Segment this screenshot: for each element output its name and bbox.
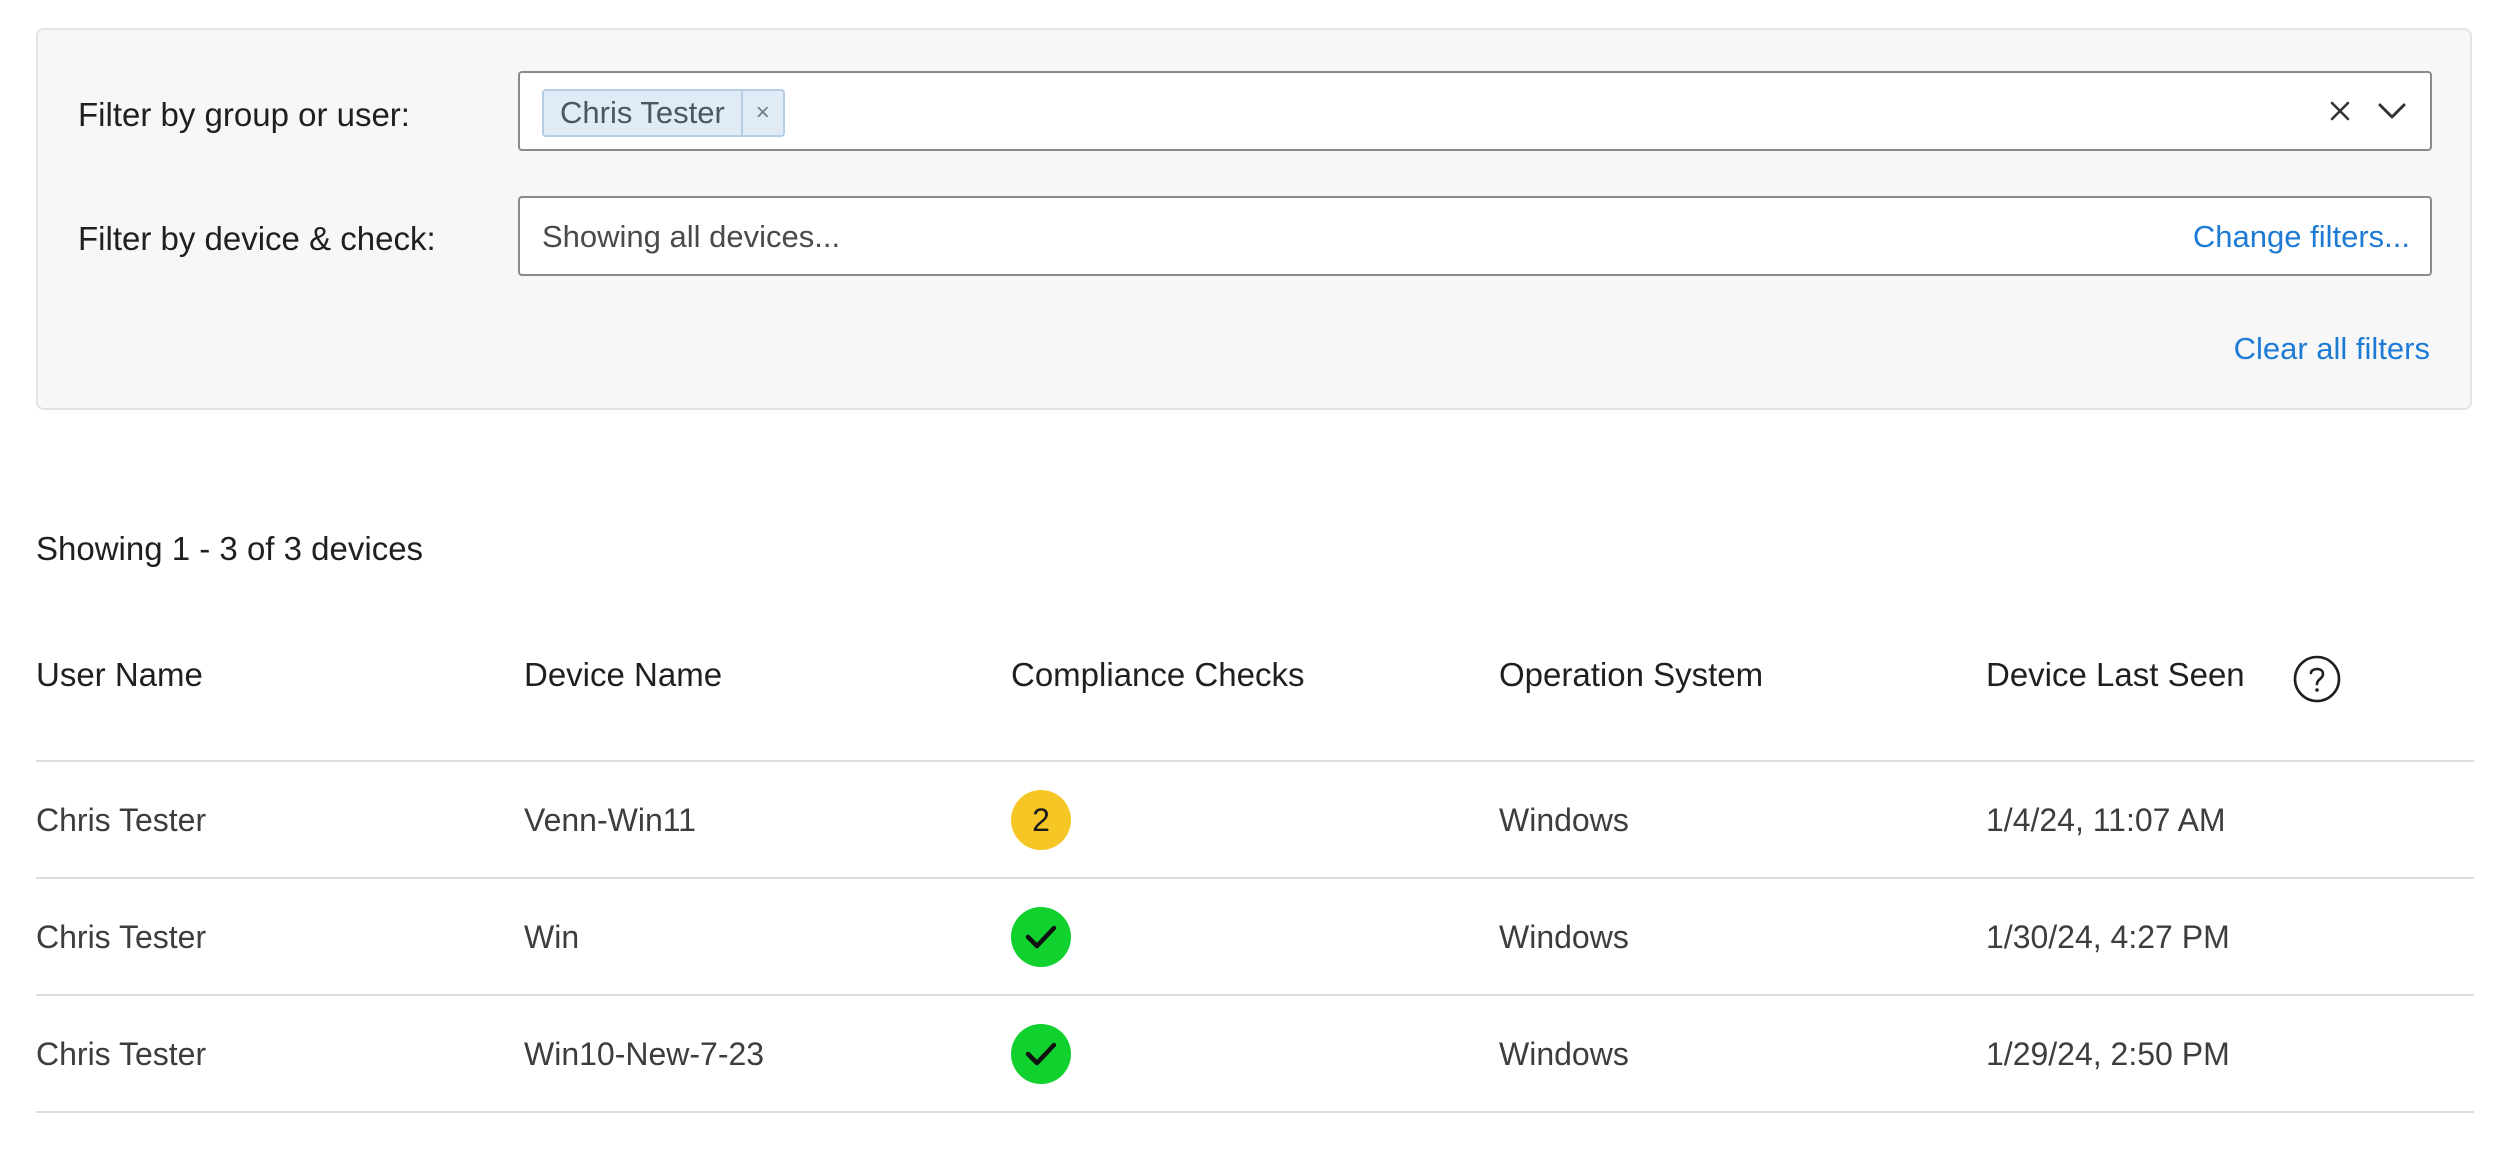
cell-operating-system: Windows <box>1499 1036 1629 1073</box>
device-filter-summary: Showing all devices... <box>542 216 840 258</box>
column-header-compliance-checks[interactable]: Compliance Checks <box>1011 656 1304 694</box>
filter-panel: Filter by group or user: Chris Tester × … <box>36 28 2472 410</box>
column-header-device-last-seen[interactable]: Device Last Seen <box>1986 656 2245 694</box>
cell-device-name: Win10-New-7-23 <box>524 1036 764 1073</box>
cell-user-name: Chris Tester <box>36 919 206 956</box>
cell-operating-system: Windows <box>1499 802 1629 839</box>
device-check-filter[interactable]: Showing all devices... Change filters... <box>518 196 2432 276</box>
table-row[interactable]: Chris Tester Win Windows 1/30/24, 4:27 P… <box>36 879 2474 996</box>
check-circle-icon[interactable] <box>1011 907 1071 967</box>
table-row[interactable]: Chris Tester Win10-New-7-23 Windows 1/29… <box>36 996 2474 1113</box>
devices-table: User Name Device Name Compliance Checks … <box>36 620 2474 1113</box>
clear-all-filters-link[interactable]: Clear all filters <box>2234 328 2430 370</box>
cell-device-name: Win <box>524 919 579 956</box>
results-count: Showing 1 - 3 of 3 devices <box>36 530 423 568</box>
column-header-operation-system[interactable]: Operation System <box>1499 656 1763 694</box>
cell-operating-system: Windows <box>1499 919 1629 956</box>
check-circle-icon[interactable] <box>1011 1024 1071 1084</box>
cell-device-name: Venn-Win11 <box>524 802 696 839</box>
change-filters-link[interactable]: Change filters... <box>2193 216 2410 258</box>
device-filter-label: Filter by device & check: <box>78 220 436 258</box>
group-user-select[interactable]: Chris Tester × <box>518 71 2432 151</box>
cell-user-name: Chris Tester <box>36 802 206 839</box>
column-header-device-name[interactable]: Device Name <box>524 656 722 694</box>
chip-label: Chris Tester <box>544 91 741 135</box>
selected-user-chip: Chris Tester × <box>542 89 785 137</box>
cell-user-name: Chris Tester <box>36 1036 206 1073</box>
cell-last-seen: 1/30/24, 4:27 PM <box>1986 919 2230 956</box>
close-icon[interactable] <box>2320 91 2360 131</box>
cell-last-seen: 1/4/24, 11:07 AM <box>1986 802 2226 839</box>
compliance-issue-count-badge[interactable]: 2 <box>1011 790 1071 850</box>
question-circle-icon[interactable] <box>2292 654 2342 704</box>
table-row[interactable]: Chris Tester Venn-Win11 2 Windows 1/4/24… <box>36 762 2474 879</box>
table-header: User Name Device Name Compliance Checks … <box>36 620 2474 762</box>
chevron-down-icon[interactable] <box>2372 91 2412 131</box>
column-header-user-name[interactable]: User Name <box>36 656 203 694</box>
cell-last-seen: 1/29/24, 2:50 PM <box>1986 1036 2230 1073</box>
group-filter-label: Filter by group or user: <box>78 96 410 134</box>
chip-remove-button[interactable]: × <box>741 91 783 135</box>
